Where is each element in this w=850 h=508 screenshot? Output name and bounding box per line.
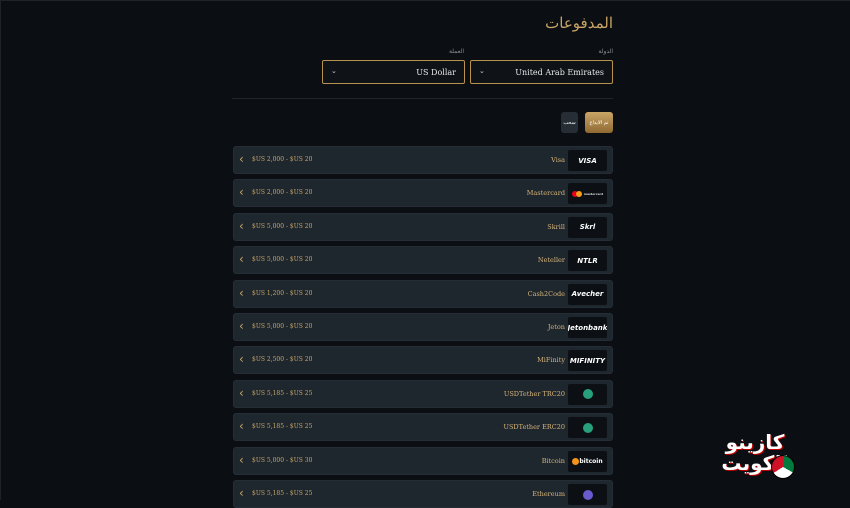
tab-withdraw[interactable]: سحب [561,112,578,133]
chevron-down-icon: ⌄ [331,67,337,75]
method-name: Visa [551,156,565,164]
payment-method-row[interactable]: ‹ $US 2,000 - $US 20 Visa VISA [233,146,613,174]
watermark-logo: كازينو الكويت [700,432,810,482]
bitcoin-logo-text: bitcoin [579,457,603,465]
method-name: MiFinity [537,356,565,365]
method-logo: MIFINITY [568,350,607,372]
method-logo: Jetonbank [568,317,607,338]
watermark-line1: كازينو [725,430,785,454]
page-title: المدفوعات [545,14,613,32]
method-range: $US 2,000 - $US 20 [252,156,313,163]
method-logo: NTLR [568,250,607,272]
method-range: $US 5,000 - $US 30 [252,456,313,464]
method-logo-text: VISA [578,156,597,165]
payment-method-row[interactable]: ‹ $US 5,185 - $US 25 USDTether ERC20 [233,413,613,442]
method-logo: Skrl [568,216,607,238]
method-name: Cash2Code [527,289,565,298]
country-select[interactable]: ⌄ United Arab Emirates [470,60,613,84]
method-range: $US 5,185 - $US 25 [252,423,313,431]
method-name: Skrill [547,222,565,231]
method-range: $US 5,000 - $US 20 [252,256,313,264]
method-range: $US 5,185 - $US 25 [252,389,313,397]
chevron-down-icon: ⌄ [479,67,485,75]
method-logo-text: NTLR [577,256,598,265]
method-name: USDTether TRC20 [503,389,565,398]
method-name: Ethereum [532,490,565,498]
tether-coin-icon [582,389,593,400]
bitcoin-coin-icon [572,457,580,465]
currency-label: العملة [448,48,464,55]
method-name: Mastercard [526,189,565,198]
chevron-left-icon: ‹ [239,319,244,333]
method-logo: Avecher [568,283,607,305]
method-range: $US 5,185 - $US 25 [252,490,313,497]
method-logo: VISA [568,150,607,171]
divider [232,98,613,99]
method-logo-text: Skrl [579,223,596,232]
method-logo: mastercard [568,183,607,205]
chevron-left-icon: ‹ [239,285,244,300]
chevron-left-icon: ‹ [239,419,244,434]
payment-method-row[interactable]: ‹ $US 2,500 - $US 20 MiFinity MIFINITY [233,346,613,375]
method-logo [568,484,607,505]
method-logo-text: MIFINITY [569,356,606,365]
currency-value: US Dollar [416,68,456,77]
chevron-left-icon: ‹ [239,152,244,166]
chevron-left-icon: ‹ [239,252,244,267]
mastercard-logo-icon: mastercard [571,190,603,197]
method-range: $US 2,000 - $US 20 [252,189,313,197]
country-label: الدولة [598,48,613,55]
method-name: Neteller [537,256,565,265]
payment-method-row[interactable]: ‹ $US 5,185 - $US 25 Ethereum [233,480,613,508]
method-logo [568,383,607,405]
country-value: United Arab Emirates [515,68,604,77]
method-range: $US 2,500 - $US 20 [252,356,313,364]
method-name: Bitcoin [541,456,565,465]
chevron-left-icon: ‹ [239,486,244,500]
method-range: $US 5,000 - $US 20 [252,323,313,330]
method-name: Jeton [547,323,565,331]
ethereum-coin-icon [582,489,593,500]
payment-method-row[interactable]: ‹ $US 1,200 - $US 20 Cash2Code Avecher [233,279,613,308]
method-logo-text: Avecher [571,290,604,299]
payment-method-row[interactable]: ‹ $US 5,000 - $US 20 Neteller NTLR [233,246,613,275]
chevron-left-icon: ‹ [239,385,244,400]
currency-select[interactable]: ⌄ US Dollar [322,60,465,84]
payment-method-row[interactable]: ‹ $US 2,000 - $US 20 Mastercard mastercard [233,179,613,208]
payment-method-row[interactable]: ‹ $US 5,000 - $US 20 Skrill Skrl [233,212,613,241]
method-logo: bitcoin [568,450,607,472]
chevron-left-icon: ‹ [239,185,244,200]
payment-method-row[interactable]: ‹ $US 5,185 - $US 25 USDTether TRC20 [233,379,613,408]
method-range: $US 1,200 - $US 20 [252,289,313,297]
tether-coin-icon [582,422,593,433]
payment-method-row[interactable]: ‹ $US 5,000 - $US 20 Jeton Jetonbank [233,313,613,341]
method-name: USDTether ERC20 [503,423,565,432]
tab-deposit[interactable]: تم الايداع [585,112,613,133]
chevron-left-icon: ‹ [239,352,244,367]
method-logo [568,417,607,439]
flag-icon [771,455,795,479]
method-range: $US 5,000 - $US 20 [252,222,313,230]
payment-method-row[interactable]: ‹ $US 5,000 - $US 30 Bitcoin bitcoin [233,446,613,475]
chevron-left-icon: ‹ [239,218,244,233]
chevron-left-icon: ‹ [239,452,244,467]
method-logo-text: Jetonbank [568,323,607,332]
